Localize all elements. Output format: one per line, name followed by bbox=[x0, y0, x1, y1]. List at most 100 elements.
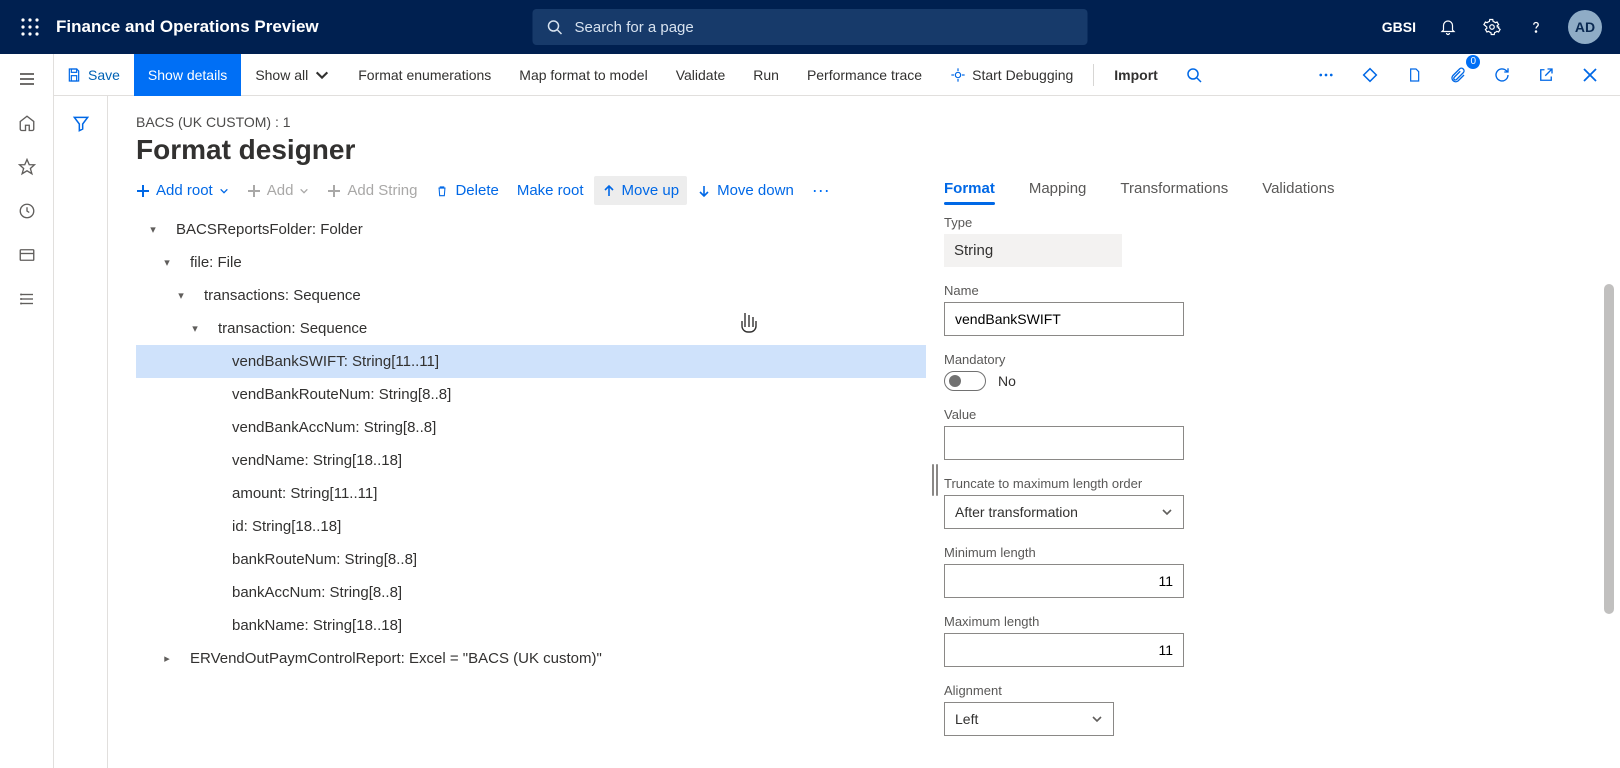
help-icon[interactable] bbox=[1524, 15, 1548, 39]
tab-transformations[interactable]: Transformations bbox=[1120, 180, 1228, 197]
tree-node[interactable]: ▾transactions: Sequence bbox=[136, 279, 926, 312]
map-format-to-model-button[interactable]: Map format to model bbox=[505, 54, 661, 96]
tree-node[interactable]: amount: String[11..11] bbox=[136, 477, 926, 510]
property-tabs: Format Mapping Transformations Validatio… bbox=[944, 180, 1584, 197]
chevron-down-icon bbox=[219, 186, 229, 196]
type-value: String bbox=[944, 234, 1122, 267]
triangle-down-icon[interactable]: ▾ bbox=[144, 223, 162, 236]
mandatory-state: No bbox=[998, 373, 1016, 389]
panel-splitter[interactable] bbox=[926, 180, 944, 768]
global-search[interactable] bbox=[533, 9, 1088, 45]
tree-node-label: vendBankAccNum: String[8..8] bbox=[232, 419, 436, 436]
show-details-button[interactable]: Show details bbox=[134, 54, 241, 96]
filter-icon[interactable] bbox=[71, 114, 91, 768]
tree-node[interactable]: bankAccNum: String[8..8] bbox=[136, 576, 926, 609]
make-root-button[interactable]: Make root bbox=[517, 182, 584, 199]
tree-node-label: vendBankSWIFT: String[11..11] bbox=[232, 353, 439, 370]
format-enumerations-button[interactable]: Format enumerations bbox=[344, 54, 505, 96]
format-tree[interactable]: ▾BACSReportsFolder: Folder▾file: File▾tr… bbox=[136, 213, 926, 675]
truncate-select[interactable]: After transformation bbox=[944, 495, 1184, 529]
vertical-scrollbar[interactable] bbox=[1604, 284, 1614, 664]
page-button[interactable] bbox=[1400, 61, 1428, 89]
modules-icon[interactable] bbox=[16, 288, 38, 310]
tree-node[interactable]: vendName: String[18..18] bbox=[136, 444, 926, 477]
type-label: Type bbox=[944, 215, 1584, 230]
global-search-input[interactable] bbox=[573, 18, 1053, 37]
workspaces-icon[interactable] bbox=[16, 244, 38, 266]
overflow-button[interactable] bbox=[1312, 61, 1340, 89]
save-icon bbox=[66, 67, 82, 83]
tree-column: Add root Add Add String Delete Make root bbox=[136, 180, 926, 768]
settings-icon[interactable] bbox=[1480, 15, 1504, 39]
min-length-input[interactable] bbox=[944, 564, 1184, 598]
arrow-up-icon bbox=[602, 184, 616, 198]
triangle-right-icon[interactable]: ▸ bbox=[158, 652, 176, 665]
tree-node[interactable]: ▸ERVendOutPaymControlReport: Excel = "BA… bbox=[136, 642, 926, 675]
save-button[interactable]: Save bbox=[54, 54, 134, 96]
recent-icon[interactable] bbox=[16, 200, 38, 222]
triangle-down-icon[interactable]: ▾ bbox=[158, 256, 176, 269]
options-button[interactable] bbox=[1356, 61, 1384, 89]
validate-button[interactable]: Validate bbox=[662, 54, 740, 96]
triangle-down-icon[interactable]: ▾ bbox=[172, 289, 190, 302]
tree-node[interactable]: vendBankSWIFT: String[11..11] bbox=[136, 345, 926, 378]
delete-button[interactable]: Delete bbox=[435, 182, 498, 199]
page-title: Format designer bbox=[136, 134, 1620, 166]
popout-icon bbox=[1537, 66, 1555, 84]
tenant-name: GBSI bbox=[1382, 19, 1416, 35]
app-launcher-icon[interactable] bbox=[8, 18, 52, 36]
value-label: Value bbox=[944, 407, 1584, 422]
alignment-select[interactable]: Left bbox=[944, 702, 1114, 736]
plus-icon bbox=[247, 184, 261, 198]
tree-node[interactable]: id: String[18..18] bbox=[136, 510, 926, 543]
popout-button[interactable] bbox=[1532, 61, 1560, 89]
move-down-button[interactable]: Move down bbox=[697, 182, 794, 199]
show-all-button[interactable]: Show all bbox=[241, 54, 344, 96]
search-icon bbox=[547, 19, 563, 35]
hamburger-icon[interactable] bbox=[16, 68, 38, 90]
performance-trace-button[interactable]: Performance trace bbox=[793, 54, 936, 96]
favorites-icon[interactable] bbox=[16, 156, 38, 178]
tree-node[interactable]: bankRouteNum: String[8..8] bbox=[136, 543, 926, 576]
tree-node[interactable]: ▾BACSReportsFolder: Folder bbox=[136, 213, 926, 246]
tree-node-label: bankRouteNum: String[8..8] bbox=[232, 551, 417, 568]
tree-node[interactable]: ▾file: File bbox=[136, 246, 926, 279]
find-button[interactable] bbox=[1172, 54, 1216, 96]
max-length-label: Maximum length bbox=[944, 614, 1584, 629]
tab-mapping[interactable]: Mapping bbox=[1029, 180, 1087, 197]
breadcrumb: BACS (UK CUSTOM) : 1 bbox=[136, 114, 1620, 130]
user-avatar[interactable]: AD bbox=[1568, 10, 1602, 44]
filter-rail bbox=[54, 96, 108, 768]
value-input[interactable] bbox=[944, 426, 1184, 460]
notifications-icon[interactable] bbox=[1436, 15, 1460, 39]
add-string-button[interactable]: Add String bbox=[327, 182, 417, 199]
alignment-label: Alignment bbox=[944, 683, 1584, 698]
plus-icon bbox=[136, 184, 150, 198]
triangle-down-icon[interactable]: ▾ bbox=[186, 322, 204, 335]
tree-node[interactable]: vendBankRouteNum: String[8..8] bbox=[136, 378, 926, 411]
refresh-button[interactable] bbox=[1488, 61, 1516, 89]
add-button[interactable]: Add bbox=[247, 182, 310, 199]
tree-node[interactable]: ▾transaction: Sequence bbox=[136, 312, 926, 345]
add-root-button[interactable]: Add root bbox=[136, 182, 229, 199]
tab-format[interactable]: Format bbox=[944, 180, 995, 197]
scrollbar-thumb[interactable] bbox=[1604, 284, 1614, 614]
name-input[interactable] bbox=[944, 302, 1184, 336]
tree-more-button[interactable]: ··· bbox=[812, 180, 830, 201]
tree-node[interactable]: vendBankAccNum: String[8..8] bbox=[136, 411, 926, 444]
mandatory-toggle[interactable] bbox=[944, 371, 986, 391]
home-icon[interactable] bbox=[16, 112, 38, 134]
name-label: Name bbox=[944, 283, 1584, 298]
truncate-label: Truncate to maximum length order bbox=[944, 476, 1584, 491]
move-up-button[interactable]: Move up bbox=[594, 176, 688, 205]
import-button[interactable]: Import bbox=[1100, 54, 1172, 96]
close-button[interactable] bbox=[1576, 61, 1604, 89]
tab-validations[interactable]: Validations bbox=[1262, 180, 1334, 197]
main-content: BACS (UK CUSTOM) : 1 Format designer Add… bbox=[108, 96, 1620, 768]
tree-node[interactable]: bankName: String[18..18] bbox=[136, 609, 926, 642]
attachments-button[interactable]: 0 bbox=[1444, 61, 1472, 89]
chevron-down-icon bbox=[314, 67, 330, 83]
run-button[interactable]: Run bbox=[739, 54, 793, 96]
start-debugging-button[interactable]: Start Debugging bbox=[936, 54, 1087, 96]
max-length-input[interactable] bbox=[944, 633, 1184, 667]
